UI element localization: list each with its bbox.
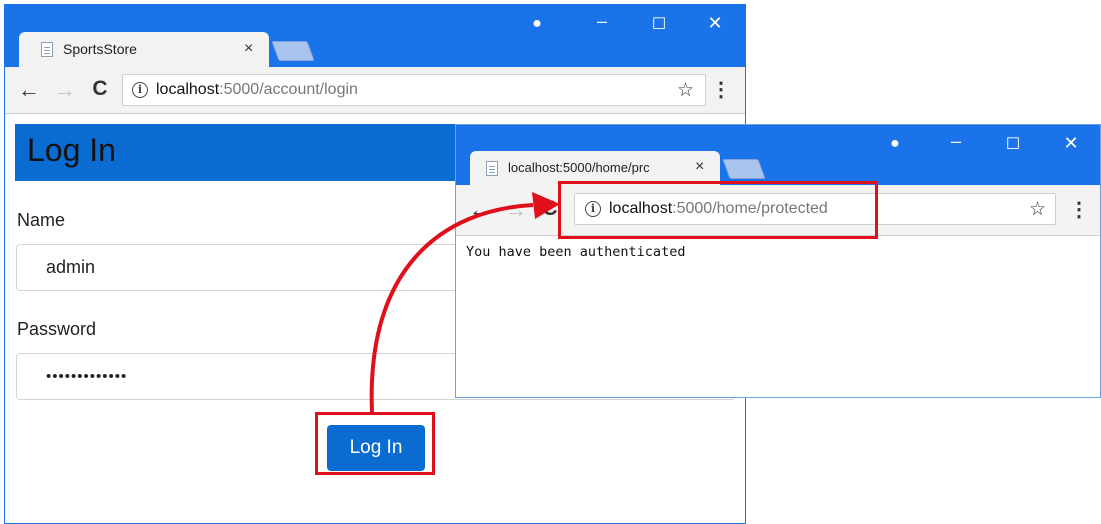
arrow-line <box>369 203 534 413</box>
annotation-arrow <box>369 192 560 413</box>
arrow-head <box>532 192 560 219</box>
